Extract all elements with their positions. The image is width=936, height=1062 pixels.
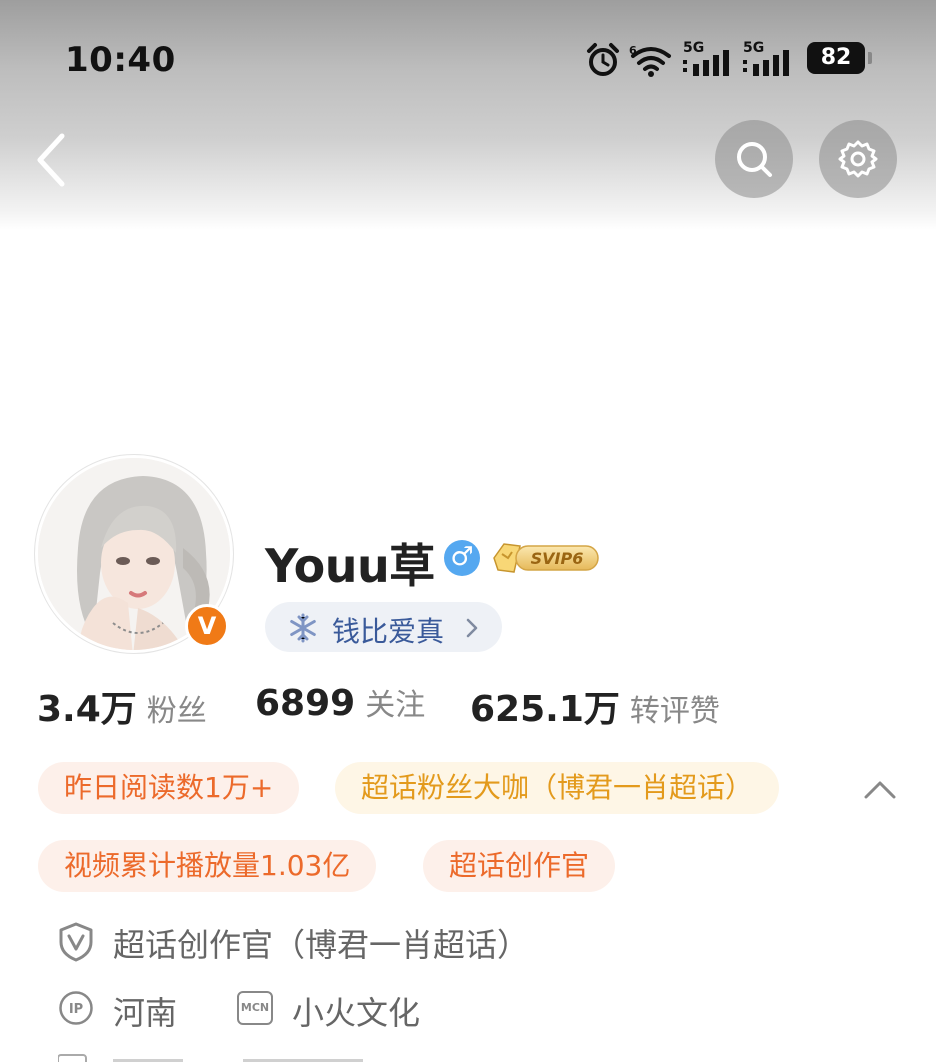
svip-badge-graphic: SVIP6 (493, 543, 599, 573)
chevron-up-icon (864, 781, 896, 799)
title-pill-button[interactable]: 钱比爱真 (265, 602, 502, 652)
svg-text:6: 6 (629, 44, 637, 57)
info-creator-row: 超话创作官（博君一肖超话） (58, 918, 758, 966)
stat-following-label: 关注 (365, 688, 426, 723)
shield-v-icon (59, 922, 93, 962)
settings-button[interactable] (819, 120, 897, 198)
signal-icon-2: 5G (743, 40, 793, 80)
verified-badge: V (185, 604, 229, 648)
status-bar: 10:40 6 5G 5G 82 (0, 30, 936, 90)
back-button[interactable] (30, 130, 80, 190)
tag-supertopic-fan[interactable]: 超话粉丝大咖（博君一肖超话） (335, 762, 780, 814)
stat-followers[interactable]: 3.4万 粉丝 (37, 680, 207, 732)
title-pill-label: 钱比爱真 (332, 615, 445, 648)
svg-text:IP: IP (69, 1002, 83, 1017)
collapse-tags-button[interactable] (860, 775, 900, 805)
snowflake-icon (290, 613, 316, 643)
username: Youu草 (265, 539, 435, 593)
stat-followers-value: 3.4万 (37, 689, 137, 730)
alarm-icon (587, 43, 619, 76)
signal-icon-1: 5G (683, 40, 733, 80)
mcn-icon: MCN (237, 991, 273, 1025)
info-mcn-text[interactable]: 小火文化 (292, 988, 420, 1034)
profile-stats: 3.4万 粉丝 6899 关注 625.1万 转评赞 (37, 680, 936, 730)
svg-text:SVIP6: SVIP6 (531, 549, 584, 568)
stat-interactions-label: 转评赞 (629, 694, 720, 729)
stat-followers-label: 粉丝 (146, 694, 207, 729)
gear-icon (838, 140, 878, 178)
male-icon: ♂ (444, 540, 480, 576)
tag-supertopic-creator[interactable]: 超话创作官 (423, 840, 616, 892)
chevron-right-icon (466, 618, 478, 638)
info-creator-text: 超话创作官（博君一肖超话） (113, 926, 530, 964)
stat-interactions-value: 625.1万 (470, 689, 620, 730)
tag-yesterday-reads[interactable]: 昨日阅读数1万+ (38, 762, 300, 814)
search-icon (737, 142, 772, 177)
info-location-row: IP 河南 (58, 986, 228, 1034)
info-row-partial (57, 1050, 458, 1062)
tag-video-plays[interactable]: 视频累计播放量1.03亿 (38, 840, 377, 892)
stat-interactions[interactable]: 625.1万 转评赞 (470, 680, 720, 732)
search-button[interactable] (715, 120, 793, 198)
chevron-left-icon (37, 133, 65, 187)
info-location-text: 河南 (113, 994, 178, 1032)
wifi-icon: 6 (629, 44, 671, 77)
partial-row-glimpse (57, 1054, 363, 1062)
stat-following-value: 6899 (255, 683, 356, 724)
battery-indicator: 82 (807, 42, 872, 74)
top-navigation (0, 110, 936, 206)
svip-badge[interactable]: SVIP6 (490, 540, 602, 576)
status-time: 10:40 (65, 40, 176, 80)
stat-following[interactable]: 6899 关注 (255, 680, 425, 724)
ip-location-icon: IP (59, 991, 93, 1025)
